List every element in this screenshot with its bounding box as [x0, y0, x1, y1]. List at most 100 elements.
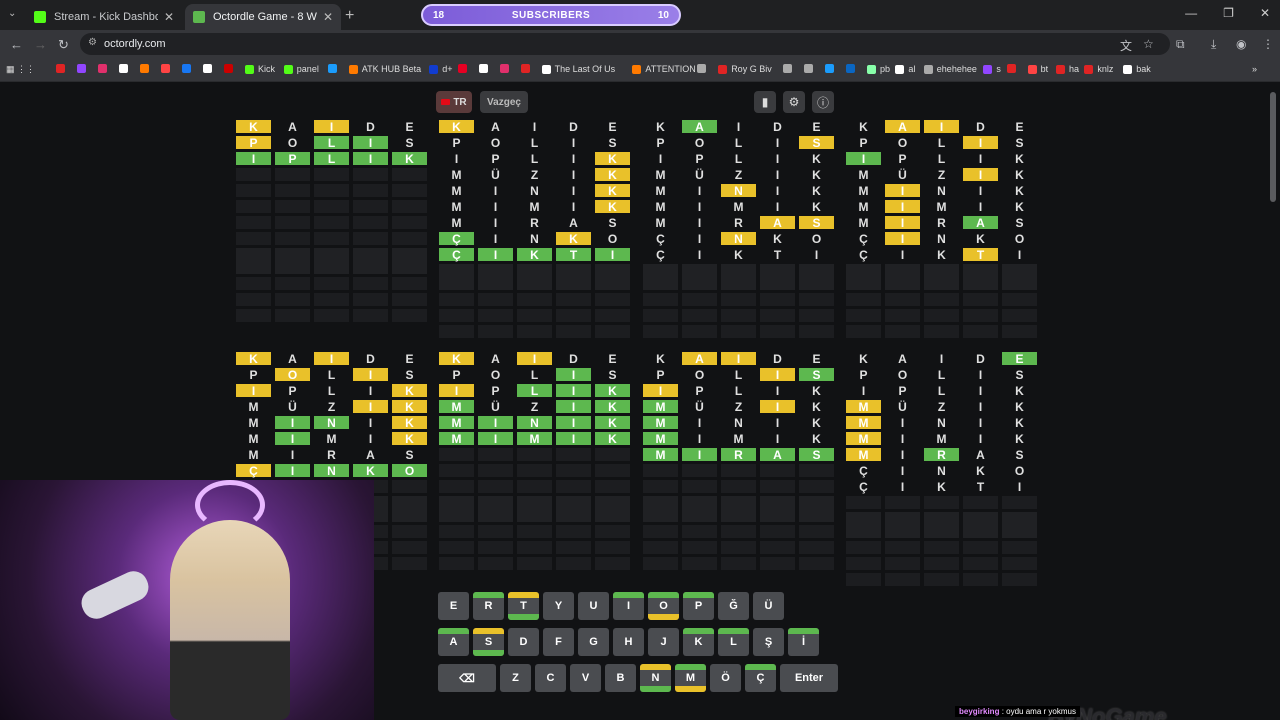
bookmark-item[interactable]	[98, 64, 111, 73]
bookmark-item[interactable]	[520, 64, 534, 73]
keyboard-key[interactable]: E	[438, 592, 469, 620]
keyboard-key[interactable]: Ç	[745, 664, 776, 692]
new-tab-button[interactable]: +	[345, 7, 354, 25]
bookmark-item[interactable]: ha	[1056, 64, 1079, 74]
keyboard-key[interactable]: D	[508, 628, 539, 656]
tab-kick-dashboard[interactable]: Stream - Kick Dashboard ✕	[26, 4, 182, 30]
bookmark-item[interactable]	[224, 64, 237, 73]
bookmark-label: d+	[442, 64, 453, 74]
bookmark-item[interactable]	[327, 64, 341, 73]
letter-tile: M	[846, 416, 881, 430]
chart-icon[interactable]: ▮	[754, 91, 776, 113]
close-tab-icon[interactable]: ✕	[323, 10, 333, 24]
bookmark-item[interactable]	[478, 64, 492, 73]
bookmark-item[interactable]	[804, 64, 817, 73]
close-window-button[interactable]: ✕	[1260, 6, 1270, 20]
keyboard-key[interactable]: İ	[788, 628, 819, 656]
keyboard-key[interactable]: T	[508, 592, 539, 620]
bookmark-item[interactable]	[825, 64, 838, 73]
bookmark-item[interactable]: al	[895, 64, 915, 74]
bookmark-item[interactable]	[119, 64, 132, 73]
bookmark-item[interactable]	[77, 64, 90, 73]
bookmark-item[interactable]: bt	[1027, 64, 1048, 74]
page-scrollbar[interactable]	[1270, 92, 1276, 202]
keyboard-key[interactable]: Ö	[710, 664, 741, 692]
keyboard-key[interactable]: K	[683, 628, 714, 656]
bookmark-item[interactable]: The Last Of Us	[541, 64, 615, 74]
forward-icon[interactable]: →	[34, 37, 47, 52]
keyboard-key[interactable]: N	[640, 664, 671, 692]
tab-octordle[interactable]: Octordle Game - 8 Words Wor ✕	[185, 4, 341, 30]
keyboard-key[interactable]: F	[543, 628, 574, 656]
give-up-button[interactable]: Vazgeç	[480, 91, 528, 113]
bookmark-item[interactable]	[1006, 64, 1020, 73]
bookmark-item[interactable]: d+	[429, 64, 452, 74]
backspace-key[interactable]: ⌫	[438, 664, 496, 692]
info-icon[interactable]: ⓘ	[812, 91, 834, 113]
bookmark-item[interactable]	[499, 64, 513, 73]
bookmark-item[interactable]: s	[983, 64, 1001, 74]
letter-tile: Ü	[898, 167, 907, 182]
keyboard-key[interactable]: I	[613, 592, 644, 620]
keyboard-key[interactable]: O	[648, 592, 679, 620]
bookmark-item[interactable]	[203, 64, 216, 73]
keyboard-key[interactable]: Y	[543, 592, 574, 620]
bookmark-item[interactable]	[56, 64, 69, 73]
bookmark-item[interactable]: ATTENTION	[632, 64, 696, 74]
bookmark-item[interactable]	[846, 64, 859, 73]
letter-tile: I	[760, 368, 795, 382]
keyboard-key[interactable]: Ş	[753, 628, 784, 656]
bookmark-item[interactable]: Roy G Biv	[718, 64, 772, 74]
maximize-button[interactable]: ❐	[1223, 6, 1234, 20]
bookmark-item[interactable]: knlz	[1084, 64, 1113, 74]
keyboard-key[interactable]: J	[648, 628, 679, 656]
bookmark-item[interactable]	[783, 64, 796, 73]
tab-groups-icon[interactable]: ▦ ⋮⋮	[6, 64, 35, 75]
enter-key[interactable]: Enter	[780, 664, 838, 692]
reload-icon[interactable]: ↻	[58, 37, 69, 53]
keyboard-key[interactable]: Ğ	[718, 592, 749, 620]
menu-kebab-icon[interactable]: ⋮	[1262, 37, 1274, 51]
address-bar[interactable]: ⚙ octordly.com	[80, 33, 1170, 55]
bookmark-star-icon[interactable]: ☆	[1143, 37, 1154, 51]
keyboard-key[interactable]: A	[438, 628, 469, 656]
empty-tile	[885, 496, 920, 509]
bookmark-item[interactable]	[140, 64, 153, 73]
translate-icon[interactable]: 文	[1120, 37, 1132, 54]
keyboard-key[interactable]: M	[675, 664, 706, 692]
bookmark-item[interactable]: bak	[1123, 64, 1151, 74]
keyboard-key[interactable]: Z	[500, 664, 531, 692]
keyboard-key[interactable]: L	[718, 628, 749, 656]
back-icon[interactable]: ←	[10, 37, 23, 52]
bookmark-item[interactable]: pb	[867, 64, 890, 74]
bookmark-item[interactable]: ATK HUB Beta	[348, 64, 421, 74]
minimize-button[interactable]: —	[1185, 6, 1197, 20]
gear-icon[interactable]: ⚙	[783, 91, 805, 113]
bookmarks-overflow-icon[interactable]: »	[1252, 64, 1257, 74]
bookmark-item[interactable]: panel	[283, 64, 319, 74]
site-info-icon[interactable]: ⚙	[88, 37, 97, 48]
keyboard-key[interactable]: S	[473, 628, 504, 656]
bookmark-item[interactable]: Kick	[245, 64, 275, 74]
bookmark-item[interactable]	[697, 64, 710, 73]
keyboard-key[interactable]: V	[570, 664, 601, 692]
bookmark-item[interactable]	[457, 64, 471, 73]
close-tab-icon[interactable]: ✕	[164, 10, 174, 24]
profile-avatar-icon[interactable]: ◉	[1236, 37, 1246, 51]
keyboard-key[interactable]: H	[613, 628, 644, 656]
keyboard-key[interactable]: Ü	[753, 592, 784, 620]
keyboard-key[interactable]: C	[535, 664, 566, 692]
bookmark-item[interactable]	[182, 64, 195, 73]
empty-tile	[517, 448, 552, 461]
extensions-icon[interactable]: ⧉	[1176, 37, 1185, 52]
keyboard-key[interactable]: R	[473, 592, 504, 620]
bookmark-item[interactable]	[161, 64, 174, 73]
language-toggle-button[interactable]: TR	[436, 91, 472, 113]
keyboard-key[interactable]: P	[683, 592, 714, 620]
bookmark-item[interactable]: ehehehee	[923, 64, 977, 74]
keyboard-key[interactable]: U	[578, 592, 609, 620]
keyboard-key[interactable]: B	[605, 664, 636, 692]
tab-search-icon[interactable]: ⌄	[8, 8, 16, 19]
download-icon[interactable]: ⤓	[1211, 37, 1216, 52]
keyboard-key[interactable]: G	[578, 628, 609, 656]
